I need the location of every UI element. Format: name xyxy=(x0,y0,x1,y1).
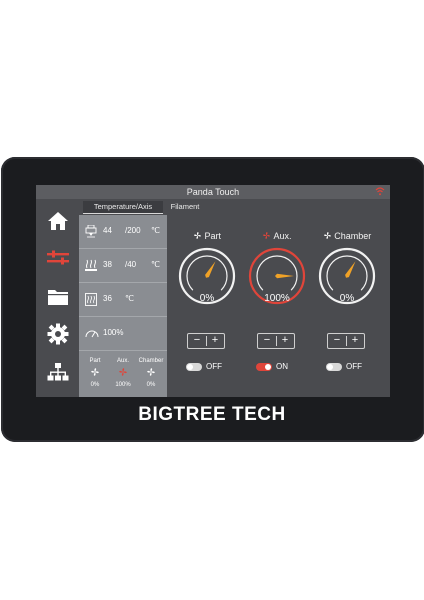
nozzle-target: /200 xyxy=(125,226,141,235)
fan-icon xyxy=(91,368,99,376)
tab-filament[interactable]: Filament xyxy=(165,201,205,213)
fan-part-label: Part xyxy=(204,231,222,241)
brand-logo: BIGTREE TECH xyxy=(138,404,286,425)
fan-aux-state: ON xyxy=(276,362,288,371)
gauge-scale-arc xyxy=(256,255,298,291)
home-icon xyxy=(48,212,68,230)
touch-screen: Panda Touch Temperature/Axis Filament 44… xyxy=(36,185,390,397)
sidebar xyxy=(36,199,79,397)
chamber-current: 36 xyxy=(103,294,112,303)
speed-icon xyxy=(85,330,99,338)
fan-summary-name: Part xyxy=(89,358,101,364)
fan-summary-value: 100% xyxy=(115,382,131,388)
fan-icon xyxy=(147,368,155,376)
controls-icon xyxy=(47,250,69,265)
fan-summary-aux[interactable]: Aux. 100% xyxy=(109,358,137,388)
tab-temperature-axis[interactable]: Temperature/Axis xyxy=(83,201,163,214)
wifi-icon xyxy=(375,187,385,196)
fan-summary-value: 0% xyxy=(146,382,156,388)
fan-chamber-percent: 0% xyxy=(339,293,355,304)
gauge-needle xyxy=(205,261,216,278)
nav-files[interactable] xyxy=(43,283,73,311)
bed-icon xyxy=(85,259,97,271)
chamber-row[interactable]: 36 ℃ xyxy=(79,283,167,317)
fan-chamber-decrease-button[interactable]: − xyxy=(328,334,346,348)
fan-chamber-state: OFF xyxy=(346,362,362,371)
fan-icon xyxy=(194,232,201,239)
fan-chamber-increase-button[interactable]: + xyxy=(346,334,364,348)
fan-aux-stepper: − + xyxy=(257,333,295,349)
gear-icon xyxy=(47,323,69,345)
fan-aux-decrease-button[interactable]: − xyxy=(258,334,276,348)
fan-icon xyxy=(263,232,271,239)
window-title: Panda Touch xyxy=(186,187,240,197)
fan-icon xyxy=(323,232,331,239)
fan-part-toggle[interactable] xyxy=(186,363,202,371)
fan-summary-part[interactable]: Part 0% xyxy=(81,358,109,388)
fan-aux-heading: Aux. xyxy=(242,231,312,241)
speed-value: 100% xyxy=(103,328,124,337)
bed-row[interactable]: 38 /40 ℃ xyxy=(79,249,167,283)
nav-home[interactable] xyxy=(43,207,73,235)
folder-icon xyxy=(48,290,68,305)
bed-current: 38 xyxy=(103,260,112,269)
fan-chamber-heading: Chamber xyxy=(312,231,382,241)
nozzle-icon xyxy=(85,225,97,238)
bed-target: /40 xyxy=(125,260,137,269)
network-icon xyxy=(47,363,69,381)
title-bar: Panda Touch xyxy=(36,185,390,199)
fan-icon xyxy=(119,368,127,376)
fan-aux-increase-button[interactable]: + xyxy=(276,334,294,348)
nav-settings[interactable] xyxy=(43,320,73,348)
nozzle-current: 44 xyxy=(103,226,112,235)
nozzle-row[interactable]: 44 /200 ℃ xyxy=(79,215,167,249)
fan-part-heading: Part xyxy=(172,231,242,241)
fan-control-panel: Part 0% − + OFF Aux. 100% − + ON Chamber… xyxy=(170,215,390,397)
fan-aux-percent: 100% xyxy=(264,293,290,304)
temperature-panel: 44 /200 ℃ 38 /40 ℃ 36 ℃ 100% Part 0% Aux… xyxy=(79,215,167,397)
fan-summary-name: Chamber xyxy=(138,358,164,364)
nav-controls[interactable] xyxy=(43,244,73,272)
bed-unit: ℃ xyxy=(151,260,160,269)
fan-chamber-stepper: − + xyxy=(327,333,365,349)
fan-chamber-label: Chamber xyxy=(334,231,372,241)
fan-summary-chamber[interactable]: Chamber 0% xyxy=(137,358,165,388)
fan-summary-name: Aux. xyxy=(116,358,129,364)
speed-row[interactable]: 100% xyxy=(79,317,167,351)
chamber-icon xyxy=(85,293,97,306)
toggle-knob xyxy=(265,364,271,370)
nav-network[interactable] xyxy=(43,358,73,386)
nozzle-unit: ℃ xyxy=(151,226,160,235)
gauge-needle xyxy=(345,261,356,278)
fan-aux-label: Aux. xyxy=(273,231,292,241)
fan-part-stepper: − + xyxy=(187,333,225,349)
fan-aux-toggle[interactable] xyxy=(256,363,272,371)
fan-part-decrease-button[interactable]: − xyxy=(188,334,206,348)
chamber-unit: ℃ xyxy=(125,294,134,303)
fan-summary-value: 0% xyxy=(90,382,100,388)
fan-part-increase-button[interactable]: + xyxy=(206,334,224,348)
toggle-knob xyxy=(187,364,193,370)
fan-chamber-toggle[interactable] xyxy=(326,363,342,371)
toggle-knob xyxy=(327,364,333,370)
fan-part-state: OFF xyxy=(206,362,222,371)
gauge-needle xyxy=(275,273,294,279)
fan-part-percent: 0% xyxy=(199,293,215,304)
